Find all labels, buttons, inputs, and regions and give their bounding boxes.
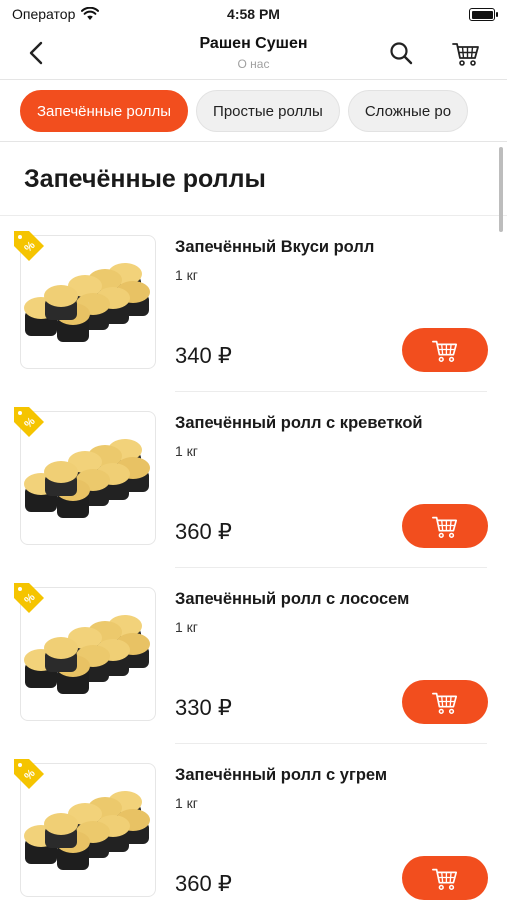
section-title: Запечённые роллы — [24, 165, 266, 193]
back-button[interactable] — [22, 38, 52, 68]
nav-title: Рашен Сушен — [199, 35, 308, 52]
product-price: 360 ₽ — [175, 871, 232, 896]
tab-simple-rolls[interactable]: Простые роллы — [196, 90, 340, 132]
cart-icon — [432, 516, 458, 538]
percent-tag-icon: % — [14, 759, 44, 789]
product-price: 330 ₽ — [175, 695, 232, 720]
battery-icon — [469, 8, 498, 21]
product-name[interactable]: Запечённый ролл с лососем — [175, 590, 409, 609]
percent-tag-icon: % — [14, 407, 44, 437]
chevron-left-icon — [29, 41, 43, 65]
product-price: 360 ₽ — [175, 519, 232, 544]
product-card[interactable]: % Запечённый ролл с лососем 1 кг 330 ₽ — [0, 568, 507, 744]
cart-icon — [432, 692, 458, 714]
cart-icon — [432, 868, 458, 890]
product-weight: 1 кг — [175, 443, 198, 459]
nav-bar: Рашен Сушен О нас — [0, 30, 507, 80]
product-weight: 1 кг — [175, 267, 198, 283]
product-price: 340 ₽ — [175, 343, 232, 368]
product-card[interactable]: % Запечённый ролл с креветкой 1 кг 360 ₽ — [0, 392, 507, 568]
status-bar: Оператор 4:58 PM — [0, 0, 507, 30]
percent-tag-icon: % — [14, 583, 44, 613]
add-to-cart-button[interactable] — [402, 856, 488, 900]
about-link[interactable]: О нас — [100, 56, 407, 72]
category-tabs-track[interactable]: Запечённые роллы Простые роллы Сложные р… — [20, 90, 469, 132]
tab-complex-rolls[interactable]: Сложные ро — [347, 90, 469, 132]
add-to-cart-button[interactable] — [402, 680, 488, 724]
product-weight: 1 кг — [175, 619, 198, 635]
product-name[interactable]: Запечённый Вкуси ролл — [175, 238, 374, 257]
status-time: 4:58 PM — [227, 6, 280, 22]
nav-title-group: Рашен Сушен О нас — [100, 34, 407, 72]
tab-baked-rolls[interactable]: Запечённые роллы — [20, 90, 189, 132]
category-tabs: Запечённые роллы Простые роллы Сложные р… — [0, 80, 507, 142]
cart-icon — [432, 340, 458, 362]
add-to-cart-button[interactable] — [402, 504, 488, 548]
cart-button[interactable] — [450, 37, 482, 69]
product-name[interactable]: Запечённый ролл с креветкой — [175, 414, 423, 433]
product-weight: 1 кг — [175, 795, 198, 811]
search-icon — [390, 42, 413, 65]
product-card[interactable]: % Запечённый ролл с угрем 1 кг 360 ₽ — [0, 744, 507, 900]
cart-icon — [452, 43, 479, 66]
product-list: % Запечённый Вкуси ролл 1 кг 340 ₽ % Зап… — [0, 216, 507, 900]
product-name[interactable]: Запечённый ролл с угрем — [175, 766, 387, 785]
add-to-cart-button[interactable] — [402, 328, 488, 372]
percent-tag-icon: % — [14, 231, 44, 261]
product-card[interactable]: % Запечённый Вкуси ролл 1 кг 340 ₽ — [0, 216, 507, 392]
search-button[interactable] — [386, 38, 416, 68]
